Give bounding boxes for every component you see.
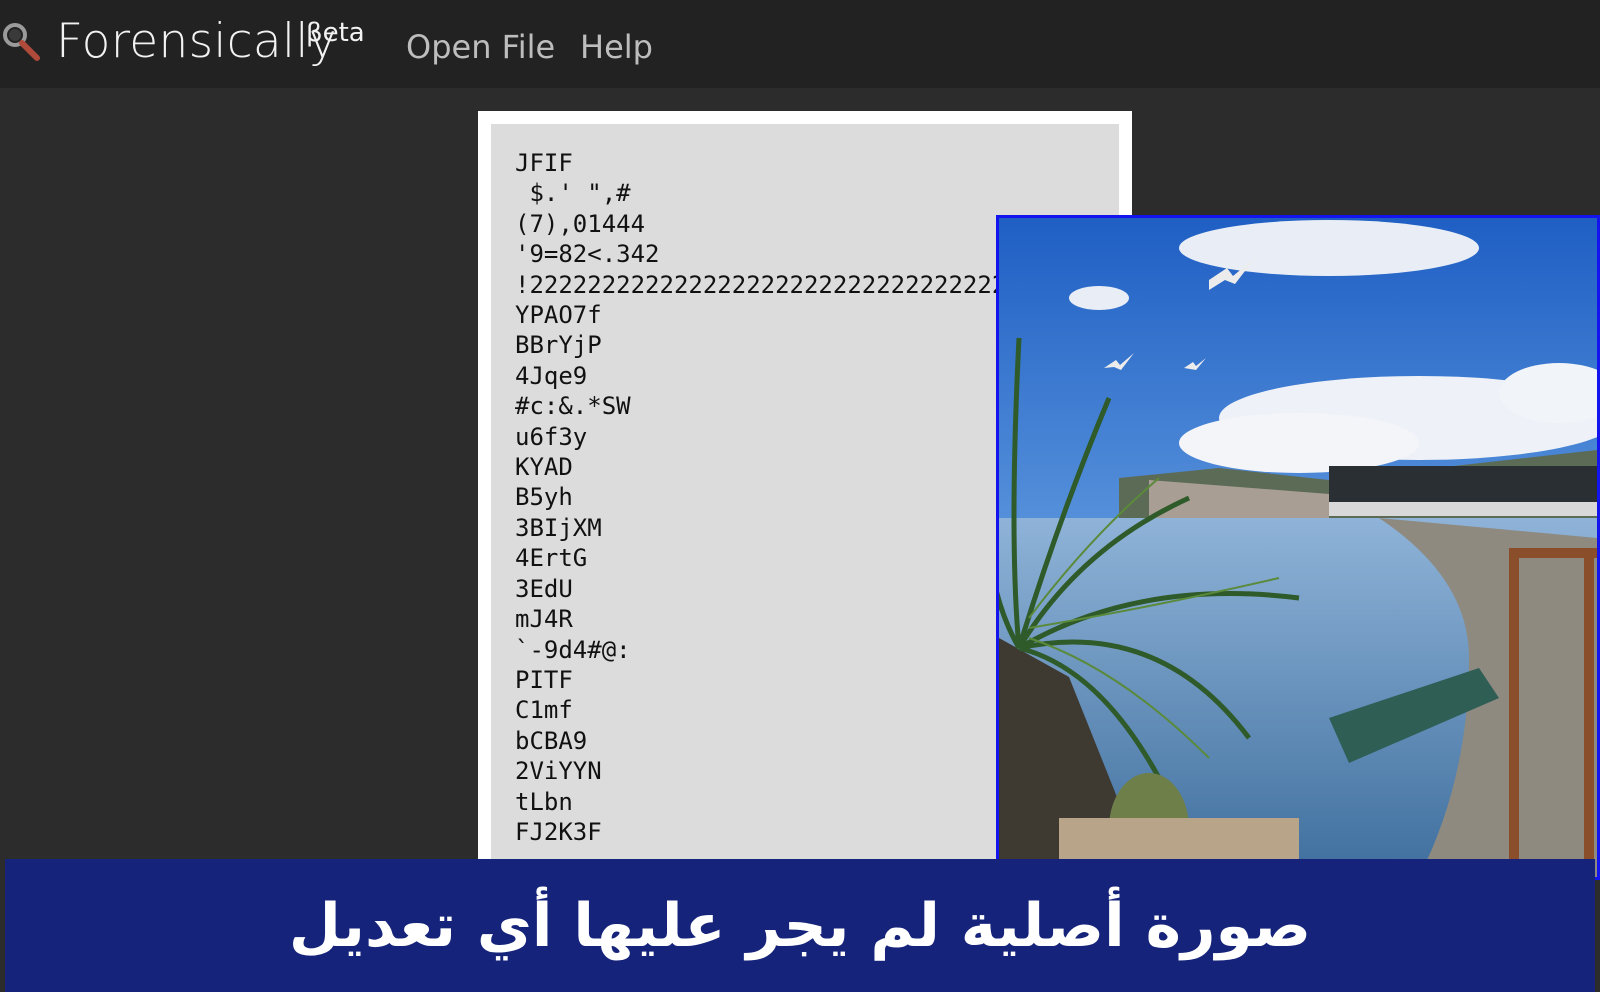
- caption-text: صورة أصلية لم يجر عليها أي تعديل: [288, 890, 1312, 961]
- beta-badge: βeta: [306, 18, 365, 48]
- harbor-photo-illustration: [999, 218, 1597, 877]
- help-menu[interactable]: Help: [580, 28, 653, 66]
- original-photo: [996, 215, 1600, 880]
- top-navbar: Forensically βeta Open File Help: [0, 0, 1600, 88]
- string-line: $.' ",#: [515, 179, 631, 208]
- caption-banner: صورة أصلية لم يجر عليها أي تعديل: [5, 859, 1595, 992]
- app-brand[interactable]: Forensically: [56, 14, 337, 69]
- magnifier-icon: [3, 23, 40, 61]
- open-file-menu[interactable]: Open File: [406, 28, 555, 66]
- string-line: JFIF: [515, 149, 573, 177]
